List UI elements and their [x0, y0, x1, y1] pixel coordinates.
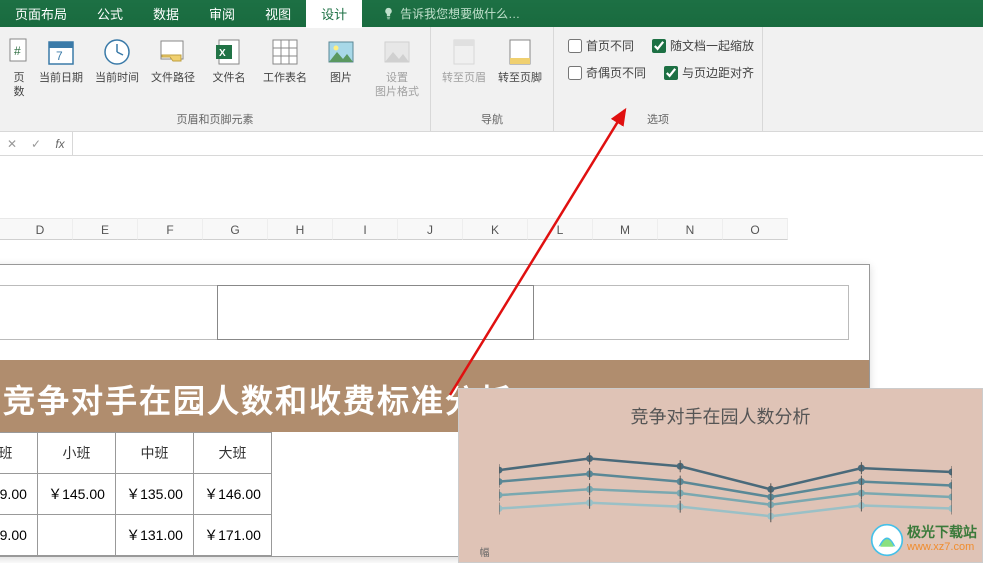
group-header-footer-elements: # 页 数 7 当前日期 当前时间 文件路径 X 文件名 工作表名 — [0, 27, 431, 131]
svg-text:7: 7 — [56, 49, 63, 63]
sheet-area: D E F G H I J K L M N O 幼儿园竞争对手在园人数和收费标准… — [0, 156, 983, 563]
format-picture-icon — [382, 37, 412, 67]
col-header[interactable]: L — [528, 218, 593, 240]
chart-ylabel: 幅 — [475, 547, 490, 557]
col-header[interactable]: J — [398, 218, 463, 240]
go-to-header-button: 转至页眉 — [439, 31, 489, 85]
page-number-button[interactable]: # 页 数 — [8, 31, 30, 99]
col-header[interactable]: K — [463, 218, 528, 240]
col-header[interactable]: O — [723, 218, 788, 240]
col-header[interactable]: E — [73, 218, 138, 240]
table-cell[interactable]: ￥169.00 — [0, 515, 38, 556]
table-row: ￥595.00 ￥169.00 ￥145.00 ￥135.00 ￥146.00 — [0, 474, 272, 515]
checkbox-scale-with-doc[interactable]: 随文档一起缩放 — [652, 37, 754, 54]
table-header-cell[interactable]: 中班 — [116, 433, 194, 474]
col-header[interactable]: D — [8, 218, 73, 240]
picture-button[interactable]: 图片 — [316, 31, 366, 85]
table-header-cell[interactable]: 大班 — [194, 433, 272, 474]
header-left-section[interactable] — [0, 286, 218, 339]
table-cell[interactable]: ￥146.00 — [194, 474, 272, 515]
header-center-section[interactable] — [217, 285, 534, 340]
tab-page-layout[interactable]: 页面布局 — [0, 0, 82, 28]
table-row: ￥645.00 ￥169.00 ￥131.00 ￥171.00 — [0, 515, 272, 556]
calendar-icon: 7 — [46, 37, 76, 67]
table-cell[interactable] — [38, 515, 116, 556]
group-options: 首页不同 随文档一起缩放 奇偶页不同 与页边距对齐 选项 — [554, 27, 763, 131]
go-to-footer-button[interactable]: 转至页脚 — [495, 31, 545, 85]
lightbulb-icon — [382, 7, 395, 20]
sheet-name-button[interactable]: 工作表名 — [260, 31, 310, 85]
file-name-button[interactable]: X 文件名 — [204, 31, 254, 85]
page-number-icon: # — [9, 38, 29, 66]
excel-file-icon: X — [214, 37, 244, 67]
table-cell[interactable]: ￥145.00 — [38, 474, 116, 515]
cancel-button[interactable]: ✕ — [0, 137, 24, 151]
checkbox-align-margins[interactable]: 与页边距对齐 — [664, 64, 754, 81]
format-picture-button: 设置 图片格式 — [372, 31, 422, 99]
chart-title: 竞争对手在园人数分析 — [459, 389, 982, 437]
fx-button[interactable]: fx — [48, 137, 72, 151]
watermark-url: www.xz7.com — [907, 540, 977, 555]
formula-bar: ✕ ✓ fx — [0, 132, 983, 156]
table-cell[interactable]: ￥131.00 — [116, 515, 194, 556]
group-navigation: 转至页眉 转至页脚 导航 — [431, 27, 554, 131]
col-header[interactable]: N — [658, 218, 723, 240]
col-header[interactable]: G — [203, 218, 268, 240]
tab-design[interactable]: 设计 — [306, 0, 362, 28]
sheet-icon — [270, 37, 300, 67]
tell-me-search[interactable]: 告诉我您想要做什么… — [382, 5, 520, 22]
clock-icon — [102, 37, 132, 67]
column-headers-row: D E F G H I J K L M N O — [0, 218, 983, 240]
tab-review[interactable]: 审阅 — [194, 0, 250, 28]
checkbox-odd-even-diff[interactable]: 奇偶页不同 — [568, 64, 646, 81]
group-label-nav: 导航 — [439, 109, 545, 131]
go-footer-icon — [505, 37, 535, 67]
header-edit-zone[interactable] — [0, 285, 849, 340]
table-header-row: 总数/均价 托班 小班 中班 大班 — [0, 433, 272, 474]
tell-me-label: 告诉我您想要做什么… — [400, 5, 520, 22]
tab-view[interactable]: 视图 — [250, 0, 306, 28]
go-header-icon — [449, 37, 479, 67]
watermark-logo: 极光下载站 www.xz7.com — [870, 523, 977, 557]
svg-text:#: # — [14, 44, 21, 58]
file-path-button[interactable]: 文件路径 — [148, 31, 198, 85]
table-cell[interactable]: ￥169.00 — [0, 474, 38, 515]
svg-text:X: X — [219, 48, 226, 59]
data-table: 总数/均价 托班 小班 中班 大班 ￥595.00 ￥169.00 ￥145.0… — [0, 432, 272, 556]
picture-icon — [326, 37, 356, 67]
aurora-icon — [870, 523, 904, 557]
col-header[interactable]: M — [593, 218, 658, 240]
confirm-button[interactable]: ✓ — [24, 137, 48, 151]
formula-input[interactable] — [72, 132, 983, 155]
group-label-opts: 选项 — [562, 109, 754, 131]
col-header[interactable]: H — [268, 218, 333, 240]
current-time-button[interactable]: 当前时间 — [92, 31, 142, 85]
watermark-title: 极光下载站 — [907, 525, 977, 540]
folder-icon — [158, 37, 188, 67]
group-label-hf: 页眉和页脚元素 — [8, 109, 422, 131]
tab-formula[interactable]: 公式 — [82, 0, 138, 28]
ribbon-body: # 页 数 7 当前日期 当前时间 文件路径 X 文件名 工作表名 — [0, 27, 983, 132]
table-cell[interactable]: ￥171.00 — [194, 515, 272, 556]
header-right-section[interactable] — [533, 286, 848, 339]
table-header-cell[interactable]: 小班 — [38, 433, 116, 474]
tab-data[interactable]: 数据 — [138, 0, 194, 28]
col-header[interactable]: I — [333, 218, 398, 240]
table-header-cell[interactable]: 托班 — [0, 433, 38, 474]
col-header[interactable]: F — [138, 218, 203, 240]
table-cell[interactable]: ￥135.00 — [116, 474, 194, 515]
current-date-button[interactable]: 7 当前日期 — [36, 31, 86, 85]
checkbox-first-page-diff[interactable]: 首页不同 — [568, 37, 634, 54]
ribbon-tabs: 页面布局 公式 数据 审阅 视图 设计 告诉我您想要做什么… — [0, 0, 983, 27]
